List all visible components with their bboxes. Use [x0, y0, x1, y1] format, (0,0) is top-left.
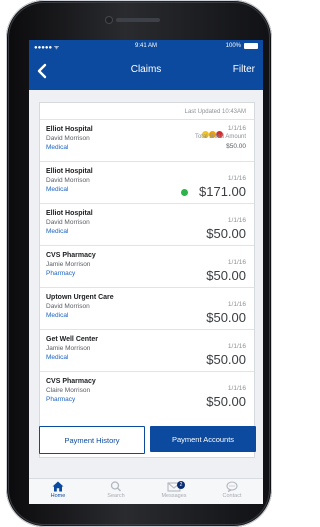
- claim-category: Medical: [46, 312, 69, 319]
- claim-date: 1/1/16: [227, 217, 246, 224]
- claim-provider: Elliot Hospital: [46, 126, 93, 133]
- tab-bar: Home Search 2 Messages Contact: [29, 478, 263, 504]
- claim-amount: $50.00: [206, 226, 246, 241]
- tab-messages[interactable]: 2 Messages: [145, 481, 203, 504]
- claim-category: Medical: [46, 186, 69, 193]
- payment-accounts-button[interactable]: Payment Accounts: [150, 426, 256, 452]
- claim-category: Pharmacy: [46, 396, 76, 403]
- claim-amount: $50.00: [226, 143, 246, 150]
- claim-provider: CVS Pharmacy: [46, 252, 96, 259]
- status-bar: ●●●●● ᯤ 9:41 AM 100%: [29, 40, 263, 52]
- claim-provider: Elliot Hospital: [46, 210, 93, 217]
- claim-date: 1/1/16: [227, 385, 246, 392]
- claim-provider: Elliot Hospital: [46, 168, 93, 175]
- claim-patient: Jamie Morrison: [46, 345, 91, 352]
- claim-patient: David Morrison: [46, 219, 90, 226]
- claim-date: 1/1/16: [227, 301, 246, 308]
- claim-category: Medical: [46, 354, 69, 361]
- messages-badge: 2: [177, 481, 185, 489]
- claim-status-dots: [202, 125, 223, 138]
- front-camera: [106, 17, 112, 23]
- claim-category: Medical: [46, 228, 69, 235]
- tab-label: Messages: [161, 493, 187, 499]
- page-title: Claims: [130, 64, 162, 75]
- claim-provider: Get Well Center: [46, 336, 98, 343]
- chat-icon: [226, 481, 238, 492]
- claim-row[interactable]: CVS Pharmacy Claire Morrison Pharmacy 1/…: [40, 371, 254, 414]
- claim-provider: CVS Pharmacy: [46, 378, 96, 385]
- tab-label: Home: [50, 493, 66, 499]
- battery-percent: 100%: [225, 43, 241, 49]
- billed-amount-label: Total Billed Amount: [194, 134, 246, 140]
- claim-amount: $50.00: [206, 394, 246, 409]
- claim-amount: $50.00: [206, 310, 246, 325]
- status-dot-green: [181, 189, 188, 196]
- claim-amount: $50.00: [206, 352, 246, 367]
- claim-row[interactable]: Uptown Urgent Care David Morrison Medica…: [40, 287, 254, 330]
- claim-row[interactable]: CVS Pharmacy Jamie Morrison Pharmacy 1/1…: [40, 245, 254, 288]
- claim-patient: David Morrison: [46, 177, 90, 184]
- earpiece-speaker: [116, 18, 160, 22]
- nav-bar: Claims Filter: [29, 52, 263, 90]
- tab-search[interactable]: Search: [87, 481, 145, 504]
- claim-date: 1/1/16: [227, 175, 246, 182]
- search-icon: [110, 481, 121, 492]
- tab-label: Contact: [222, 493, 242, 499]
- claim-date: 1/1/16: [227, 125, 246, 132]
- claim-row[interactable]: Elliot Hospital David Morrison Medical 1…: [40, 203, 254, 246]
- last-updated-text: Last Updated 10:43AM: [184, 109, 246, 115]
- phone-frame: ●●●●● ᯤ 9:41 AM 100% Claims Filter Last …: [6, 0, 272, 527]
- claim-row[interactable]: Elliot Hospital David Morrison Medical 1…: [40, 161, 254, 204]
- tab-label: Search: [107, 493, 125, 499]
- claim-patient: Claire Morrison: [46, 387, 91, 394]
- claim-patient: David Morrison: [46, 135, 90, 142]
- claim-date: 1/1/16: [227, 343, 246, 350]
- claim-date: 1/1/16: [227, 259, 246, 266]
- claim-amount: $50.00: [206, 268, 246, 283]
- payment-history-button[interactable]: Payment History: [39, 426, 145, 454]
- tab-contact[interactable]: Contact: [203, 481, 261, 504]
- claim-patient: David Morrison: [46, 303, 90, 310]
- tab-home[interactable]: Home: [29, 481, 87, 504]
- claim-provider: Uptown Urgent Care: [46, 294, 114, 301]
- app-screen: ●●●●● ᯤ 9:41 AM 100% Claims Filter Last …: [29, 40, 263, 504]
- claim-patient: Jamie Morrison: [46, 261, 91, 268]
- claim-category: Medical: [46, 144, 69, 151]
- claims-list: Last Updated 10:43AM Elliot Hospital Dav…: [39, 102, 255, 458]
- home-icon: [52, 481, 64, 492]
- claim-row[interactable]: Get Well Center Jamie Morrison Medical 1…: [40, 329, 254, 372]
- claim-row[interactable]: Elliot Hospital David Morrison Medical 1…: [40, 119, 254, 162]
- claim-category: Pharmacy: [46, 270, 76, 277]
- battery-icon: [244, 43, 258, 49]
- payment-buttons: Payment History Payment Accounts: [29, 426, 263, 460]
- filter-button[interactable]: Filter: [233, 64, 255, 75]
- claim-amount: $171.00: [199, 184, 246, 199]
